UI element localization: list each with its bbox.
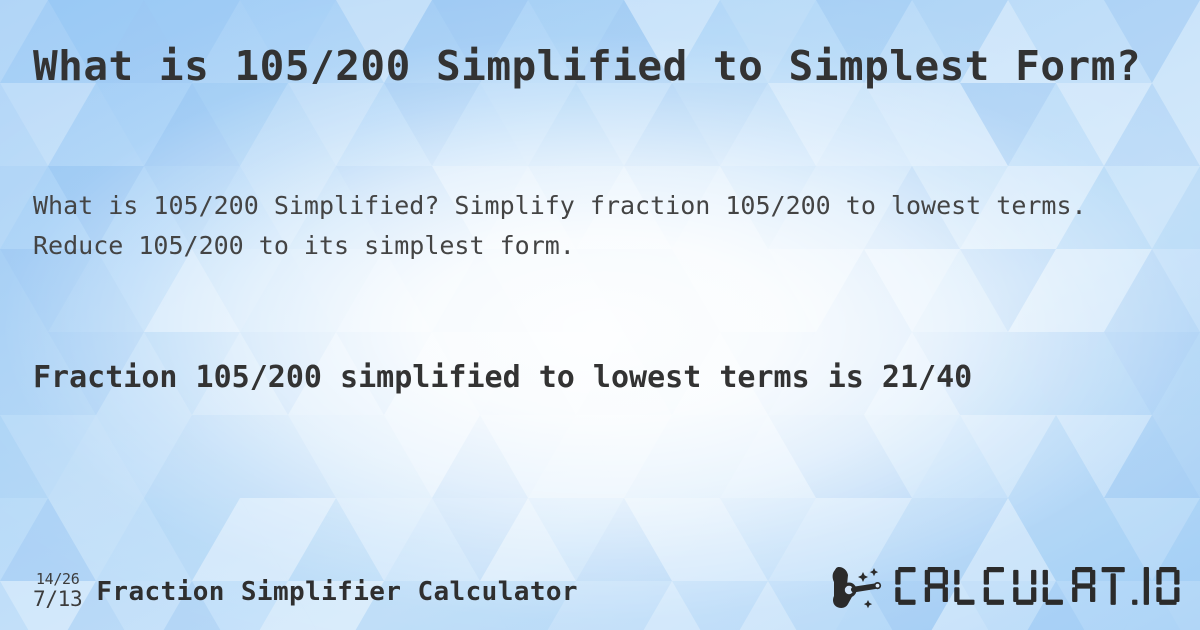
calculatio-wordmark [895, 567, 1180, 605]
fraction-icon-numerator: 14/26 [35, 570, 80, 589]
fraction-simplify-icon: 14/26 7/13 [33, 570, 83, 612]
page-description: What is 105/200 Simplified? Simplify fra… [33, 191, 1087, 260]
page-title: What is 105/200 Simplified to Simplest F… [33, 42, 1142, 90]
footer-calculator-brand: 14/26 7/13 Fraction Simplifier Calculato… [33, 570, 578, 612]
magic-wand-hand-icon [832, 567, 882, 609]
calculator-name: Fraction Simplifier Calculator [96, 577, 578, 608]
share-card: What is 105/200 Simplified to Simplest F… [0, 0, 1200, 630]
footer: 14/26 7/13 Fraction Simplifier Calculato… [0, 540, 1200, 630]
card-content: What is 105/200 Simplified to Simplest F… [0, 0, 1200, 630]
result-statement: Fraction 105/200 simplified to lowest te… [33, 360, 973, 395]
fraction-icon-denominator: 7/13 [33, 586, 83, 611]
site-logo[interactable] [827, 562, 1186, 612]
